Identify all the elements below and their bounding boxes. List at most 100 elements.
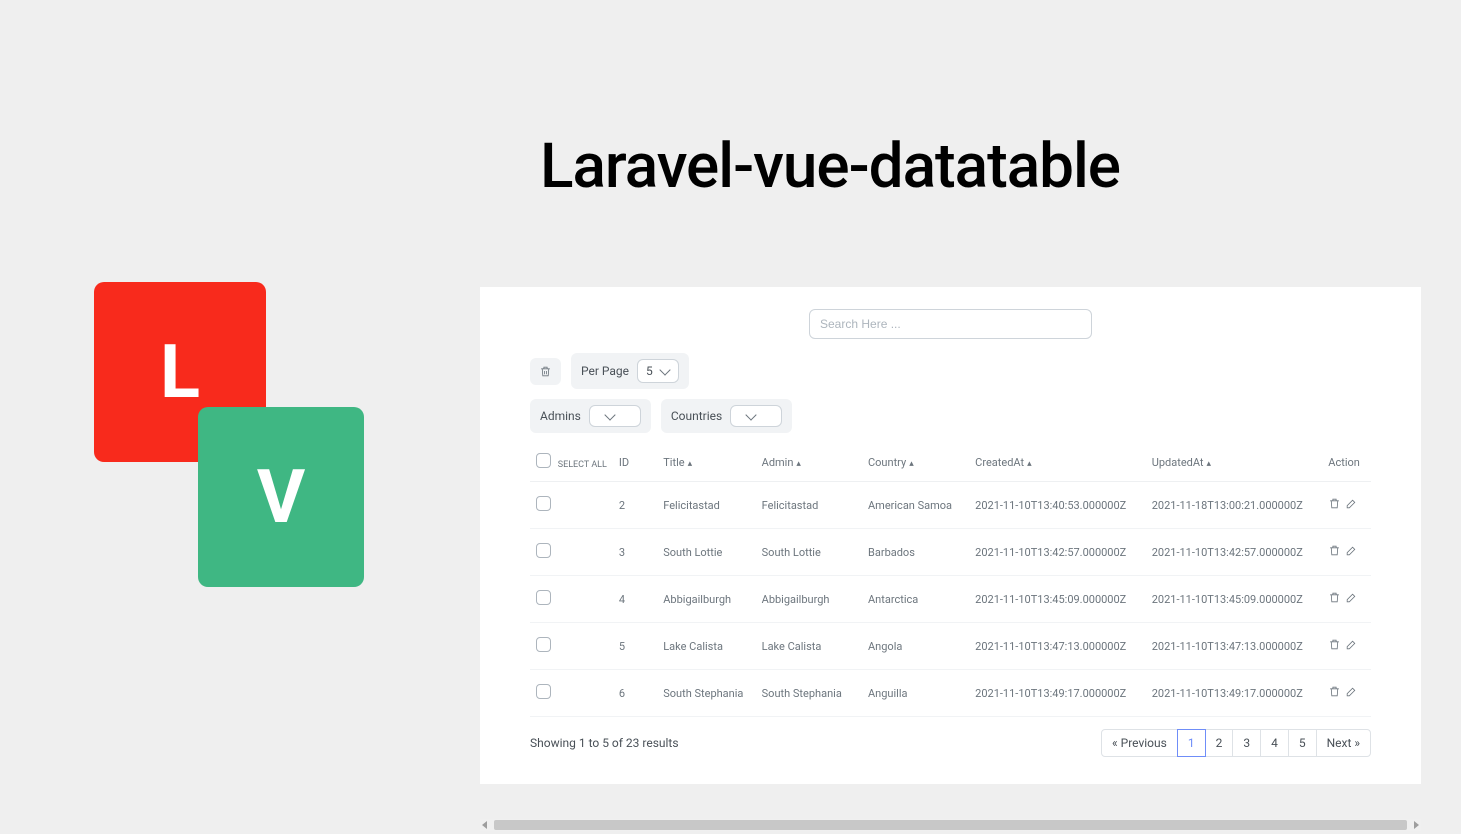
cell-id: 6 [613, 670, 657, 717]
cell-title: Felicitastad [657, 482, 755, 529]
column-created[interactable]: CreatedAt▴ [969, 443, 1146, 482]
column-updated[interactable]: UpdatedAt▴ [1146, 443, 1323, 482]
trash-icon [1328, 544, 1341, 557]
pagination-page-4[interactable]: 4 [1260, 729, 1289, 757]
edit-icon [1345, 638, 1358, 651]
row-delete-button[interactable] [1328, 544, 1341, 560]
scrollbar-thumb[interactable] [494, 820, 1407, 830]
trash-icon [539, 365, 552, 378]
cell-country: Antarctica [862, 576, 969, 623]
row-edit-button[interactable] [1345, 638, 1358, 654]
results-summary: Showing 1 to 5 of 23 results [530, 736, 679, 750]
filter-countries-label: Countries [671, 409, 722, 423]
filter-admins-select[interactable] [589, 405, 641, 427]
cell-country: Anguilla [862, 670, 969, 717]
column-title[interactable]: Title▴ [657, 443, 755, 482]
sort-asc-icon: ▴ [796, 459, 801, 469]
sort-asc-icon: ▴ [688, 459, 693, 469]
cell-created: 2021-11-10T13:47:13.000000Z [969, 623, 1146, 670]
chevron-down-icon [659, 364, 670, 375]
cell-id: 4 [613, 576, 657, 623]
cell-country: Barbados [862, 529, 969, 576]
cell-created: 2021-11-10T13:42:57.000000Z [969, 529, 1146, 576]
cell-updated: 2021-11-18T13:00:21.000000Z [1146, 482, 1323, 529]
pagination-prev[interactable]: « Previous [1101, 729, 1178, 757]
cell-created: 2021-11-10T13:45:09.000000Z [969, 576, 1146, 623]
cell-admin: Abbigailburgh [756, 576, 862, 623]
filter-countries-select[interactable] [730, 405, 782, 427]
column-action: Action [1322, 443, 1371, 482]
row-checkbox[interactable] [536, 496, 551, 511]
cell-updated: 2021-11-10T13:47:13.000000Z [1146, 623, 1323, 670]
pagination-next[interactable]: Next » [1316, 729, 1371, 757]
horizontal-scrollbar[interactable] [480, 819, 1421, 831]
edit-icon [1345, 544, 1358, 557]
table-row: 6South StephaniaSouth StephaniaAnguilla2… [530, 670, 1371, 717]
table-row: 5Lake CalistaLake CalistaAngola2021-11-1… [530, 623, 1371, 670]
row-edit-button[interactable] [1345, 544, 1358, 560]
trash-icon [1328, 638, 1341, 651]
cell-admin: Felicitastad [756, 482, 862, 529]
select-all-checkbox[interactable] [536, 453, 551, 468]
cell-id: 2 [613, 482, 657, 529]
cell-admin: South Lottie [756, 529, 862, 576]
cell-title: Lake Calista [657, 623, 755, 670]
edit-icon [1345, 591, 1358, 604]
row-delete-button[interactable] [1328, 497, 1341, 513]
cell-id: 3 [613, 529, 657, 576]
pagination-page-1[interactable]: 1 [1177, 729, 1206, 757]
row-checkbox[interactable] [536, 684, 551, 699]
row-delete-button[interactable] [1328, 638, 1341, 654]
trash-icon [1328, 685, 1341, 698]
cell-id: 5 [613, 623, 657, 670]
row-delete-button[interactable] [1328, 591, 1341, 607]
sort-asc-icon: ▴ [1027, 459, 1032, 469]
cell-updated: 2021-11-10T13:45:09.000000Z [1146, 576, 1323, 623]
sort-asc-icon: ▴ [909, 459, 914, 469]
row-delete-button[interactable] [1328, 685, 1341, 701]
table-row: 4AbbigailburghAbbigailburghAntarctica202… [530, 576, 1371, 623]
column-id[interactable]: ID [613, 443, 657, 482]
page-title: Laravel-vue-datatable [540, 130, 1120, 203]
cell-created: 2021-11-10T13:40:53.000000Z [969, 482, 1146, 529]
sort-asc-icon: ▴ [1207, 459, 1212, 469]
pagination-page-5[interactable]: 5 [1288, 729, 1317, 757]
cell-title: Abbigailburgh [657, 576, 755, 623]
per-page-control: Per Page 5 [571, 353, 689, 389]
table-row: 2FelicitastadFelicitastadAmerican Samoa2… [530, 482, 1371, 529]
cell-admin: Lake Calista [756, 623, 862, 670]
per-page-select[interactable]: 5 [637, 359, 679, 383]
pagination-page-2[interactable]: 2 [1205, 729, 1234, 757]
per-page-value: 5 [646, 364, 653, 378]
row-edit-button[interactable] [1345, 685, 1358, 701]
cell-title: South Lottie [657, 529, 755, 576]
row-checkbox[interactable] [536, 637, 551, 652]
chevron-down-icon [604, 409, 615, 420]
pagination: « Previous12345Next » [1101, 729, 1371, 757]
edit-icon [1345, 497, 1358, 510]
filter-countries: Countries [661, 399, 792, 433]
datatable-panel: Per Page 5 Admins Countries [480, 287, 1421, 784]
row-edit-button[interactable] [1345, 497, 1358, 513]
pagination-page-3[interactable]: 3 [1232, 729, 1261, 757]
bulk-delete-button[interactable] [530, 358, 561, 385]
trash-icon [1328, 591, 1341, 604]
cell-title: South Stephania [657, 670, 755, 717]
column-admin[interactable]: Admin▴ [756, 443, 862, 482]
row-edit-button[interactable] [1345, 591, 1358, 607]
cell-country: Angola [862, 623, 969, 670]
row-checkbox[interactable] [536, 590, 551, 605]
cell-updated: 2021-11-10T13:42:57.000000Z [1146, 529, 1323, 576]
row-checkbox[interactable] [536, 543, 551, 558]
data-table: SELECT ALL ID Title▴ Admin▴ Country▴ Cre… [530, 443, 1371, 717]
search-input[interactable] [809, 309, 1092, 339]
chevron-down-icon [746, 409, 757, 420]
filter-admins: Admins [530, 399, 651, 433]
cell-country: American Samoa [862, 482, 969, 529]
column-country[interactable]: Country▴ [862, 443, 969, 482]
cell-admin: South Stephania [756, 670, 862, 717]
edit-icon [1345, 685, 1358, 698]
per-page-label: Per Page [581, 364, 629, 378]
trash-icon [1328, 497, 1341, 510]
cell-created: 2021-11-10T13:49:17.000000Z [969, 670, 1146, 717]
